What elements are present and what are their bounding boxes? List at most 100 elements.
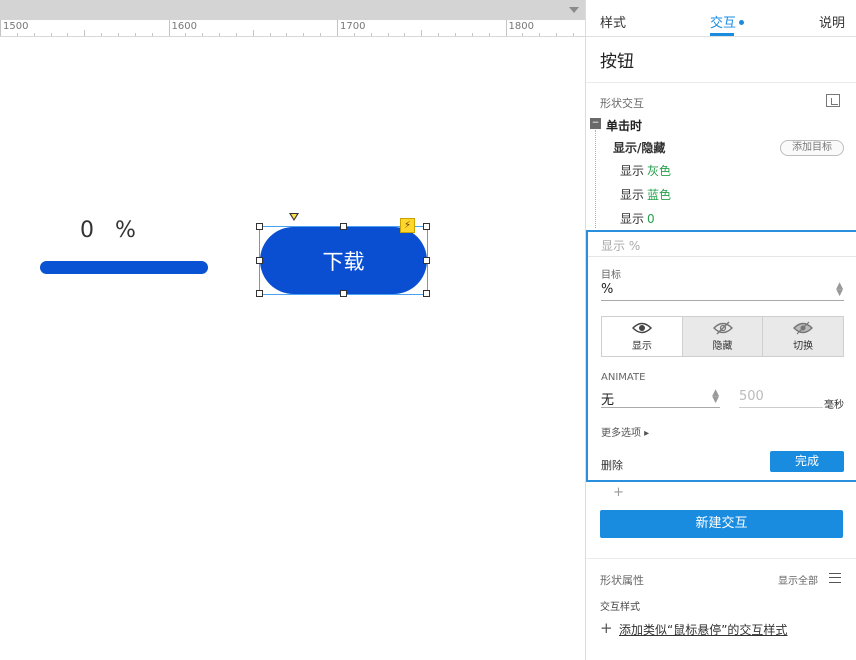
ruler-label: 1600	[171, 21, 197, 32]
target-name: 灰色	[647, 164, 672, 178]
resize-handle-w[interactable]	[256, 257, 263, 264]
event-label[interactable]: 单击时	[606, 117, 642, 134]
add-interaction-style-link[interactable]: 添加类似“鼠标悬停”的交互样式	[619, 621, 787, 638]
ruler-tick	[117, 33, 119, 36]
horizontal-ruler: 1500 1600 1700 1800	[0, 20, 585, 37]
resize-handle-s[interactable]	[340, 290, 347, 297]
target-verb: 显示	[620, 164, 645, 178]
resize-handle-ne[interactable]	[423, 223, 430, 230]
duration-value: 500	[739, 389, 764, 404]
done-button[interactable]: 完成	[770, 451, 844, 472]
ruler-tick	[471, 33, 473, 36]
ruler-tick	[168, 20, 170, 36]
widget-name[interactable]: 按钮	[600, 47, 634, 72]
tree-connector	[595, 130, 596, 228]
ruler-tick	[387, 33, 389, 36]
target-select-value: %	[601, 282, 614, 297]
ruler-tick	[67, 33, 69, 36]
chevron-down-icon[interactable]	[569, 7, 579, 13]
ruler-tick	[488, 33, 490, 36]
percent-value: 0	[80, 218, 94, 243]
target-name: 0	[647, 212, 655, 226]
new-interaction-button[interactable]: 新建交互	[600, 510, 843, 538]
ruler-tick	[556, 33, 558, 36]
toggle-option-button[interactable]: 切换	[763, 317, 844, 356]
show-option-label: 显示	[631, 341, 652, 352]
show-option-button[interactable]: 显示	[602, 317, 683, 356]
divider	[586, 558, 856, 559]
ruler-label: 1500	[3, 21, 29, 32]
active-tab-indicator	[710, 33, 734, 36]
menu-icon[interactable]	[829, 573, 841, 583]
add-target-button[interactable]: 添加目标	[780, 140, 844, 156]
ruler-tick	[539, 33, 541, 36]
ruler-tick	[286, 33, 288, 36]
ruler-tick	[505, 20, 507, 36]
spinner-arrows-icon: ▲ ▼	[836, 281, 843, 298]
target-verb: 显示	[620, 212, 645, 226]
canvas-top-bar	[0, 0, 585, 20]
more-options-link[interactable]: 更多选项 ▸	[601, 424, 649, 439]
design-canvas[interactable]: 1500 1600 1700 1800 0 % 下载 ⚡	[0, 0, 585, 660]
lightning-icon[interactable]: ⚡	[400, 218, 415, 233]
delete-link[interactable]: 删除	[601, 457, 623, 473]
resize-handle-n[interactable]	[340, 223, 347, 230]
hide-option-button[interactable]: 隐藏	[682, 317, 764, 356]
resize-handle-e[interactable]	[423, 257, 430, 264]
ruler-tick	[16, 33, 18, 36]
tab-style[interactable]: 样式	[600, 12, 626, 31]
download-button[interactable]: 下载	[260, 227, 427, 294]
duration-unit: 毫秒	[824, 400, 844, 411]
animate-select-value: 无	[601, 393, 615, 408]
target-row[interactable]: 显示 蓝色	[620, 186, 671, 203]
inspector-panel: 样式 交互 说明 按钮 形状交互 − 单击时 显示/隐藏 添加目标 显示 灰色 显…	[585, 0, 856, 660]
ruler-tick	[454, 33, 456, 36]
target-name: 蓝色	[647, 188, 672, 202]
ruler-tick	[101, 33, 103, 36]
target-row[interactable]: 显示 0	[620, 210, 655, 227]
ruler-tick	[303, 33, 305, 36]
collapse-icon[interactable]: −	[590, 118, 601, 129]
divider	[586, 82, 856, 83]
ruler-label: 1700	[340, 21, 366, 32]
target-verb: 显示	[620, 188, 645, 202]
percent-text-widget[interactable]: 0 %	[80, 218, 136, 243]
ruler-tick	[572, 33, 574, 36]
section-title: 形状交互	[600, 97, 644, 110]
animate-select[interactable]: 无 ▲ ▼	[601, 389, 720, 408]
tab-interactions-label: 交互	[710, 16, 737, 31]
target-select[interactable]: % ▲ ▼	[601, 282, 844, 301]
target-field-label: 目标	[601, 270, 621, 281]
resize-handle-nw[interactable]	[256, 223, 263, 230]
ruler-tick	[50, 33, 52, 36]
expand-dialog-icon[interactable]	[826, 94, 840, 107]
ruler-tick	[202, 33, 204, 36]
ruler-tick	[370, 33, 372, 36]
plus-icon[interactable]: +	[600, 619, 613, 637]
toggle-option-label: 切换	[793, 341, 814, 352]
tab-notes[interactable]: 说明	[819, 12, 845, 31]
toggle-eye-icon	[793, 321, 814, 335]
ruler-tick	[404, 33, 406, 36]
resize-handle-se[interactable]	[423, 290, 430, 297]
percent-sign: %	[114, 218, 136, 243]
add-action-icon[interactable]: +	[613, 485, 624, 500]
ruler-tick	[219, 33, 221, 36]
eye-icon	[631, 322, 652, 334]
target-row[interactable]: 显示 灰色	[620, 162, 671, 179]
duration-input[interactable]: 500	[739, 389, 823, 408]
tab-interactions[interactable]: 交互	[710, 12, 745, 31]
ruler-tick	[84, 30, 86, 36]
ruler-label: 1800	[508, 21, 534, 32]
ruler-tick	[134, 33, 136, 36]
show-all-link[interactable]: 显示全部	[778, 572, 818, 587]
ruler-tick	[320, 33, 322, 36]
action-editor: 显示 % 目标 % ▲ ▼ 显示 隐藏 切换 ANIMATE 无 ▲ ▼ 500…	[586, 230, 856, 482]
ruler-tick	[438, 33, 440, 36]
download-button-label: 下载	[322, 249, 365, 274]
action-label[interactable]: 显示/隐藏	[613, 139, 665, 156]
progress-bar[interactable]	[40, 261, 208, 274]
resize-handle-sw[interactable]	[256, 290, 263, 297]
visibility-toggle-group: 显示 隐藏 切换	[601, 316, 844, 357]
rotation-marker-icon[interactable]	[289, 213, 299, 221]
